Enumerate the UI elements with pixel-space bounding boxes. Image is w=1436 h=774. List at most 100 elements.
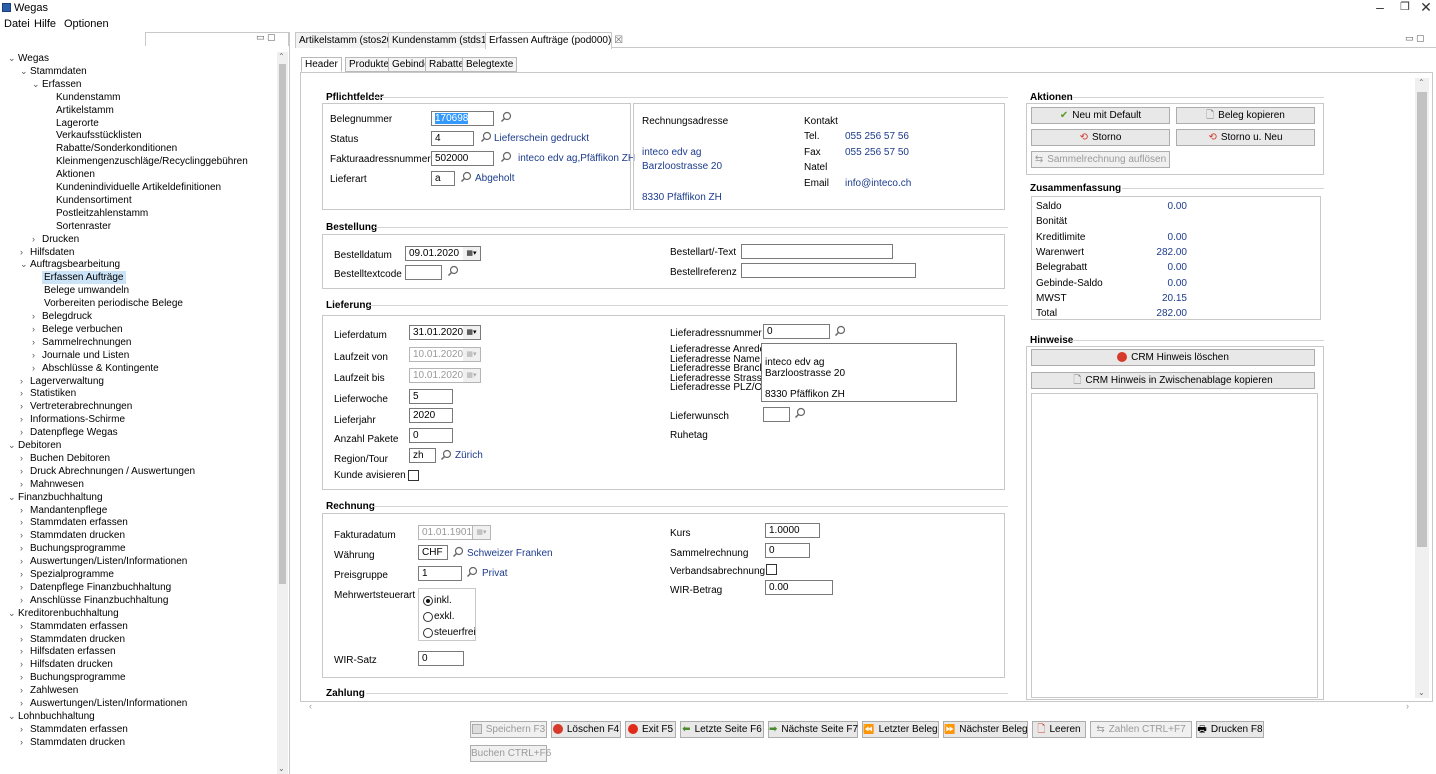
scroll-right-icon[interactable]: › xyxy=(1406,701,1409,711)
chevron-right-icon[interactable]: › xyxy=(20,555,30,568)
tree-item[interactable]: Kundenindividuelle Artikeldefinitionen xyxy=(56,181,221,194)
tree-item[interactable]: › Hilfsdaten drucken xyxy=(20,658,113,671)
chevron-down-icon[interactable]: ⌄ xyxy=(8,52,18,65)
leeren-button[interactable]: 🗋 Leeren xyxy=(1032,721,1086,738)
bestelldatum-input[interactable]: 09.01.2020 xyxy=(405,246,465,261)
faktura-input[interactable]: 502000 xyxy=(431,151,494,166)
tree-item[interactable]: › Buchungsprogramme xyxy=(20,542,126,555)
preisgruppe-input[interactable]: 1 xyxy=(418,566,462,581)
bestelltextcode-input[interactable] xyxy=(405,265,442,280)
lieferadresse-textarea[interactable]: inteco edv ag Barzloostrasse 20 8330 Pfä… xyxy=(761,343,957,402)
tree-item[interactable]: ⌄ Finanzbuchhaltung xyxy=(8,491,103,504)
menu-datei[interactable]: Datei xyxy=(4,18,30,30)
search-icon[interactable] xyxy=(794,407,806,419)
scroll-down-icon[interactable]: ⌄ xyxy=(1418,688,1425,697)
tree-scrollbar-thumb[interactable] xyxy=(279,64,286,584)
bestellreferenz-input[interactable] xyxy=(741,263,916,278)
beleg-kopieren-button[interactable]: 🗋 Beleg kopieren xyxy=(1176,107,1315,124)
search-icon[interactable] xyxy=(447,265,459,277)
scroll-up-icon[interactable]: ⌃ xyxy=(278,52,285,61)
verbandsabrechnung-checkbox[interactable] xyxy=(766,564,777,575)
tree-item[interactable]: › Spezialprogramme xyxy=(20,568,114,581)
tree-item[interactable]: › Belege verbuchen xyxy=(32,323,123,336)
tree-item[interactable]: › Mandantenpflege xyxy=(20,504,107,517)
chevron-right-icon[interactable]: › xyxy=(20,529,30,542)
chevron-right-icon[interactable]: › xyxy=(32,362,42,375)
subtab-belegtexte[interactable]: Belegtexte xyxy=(462,57,518,72)
chevron-right-icon[interactable]: › xyxy=(20,400,30,413)
tree-item[interactable]: Postleitzahlenstamm xyxy=(56,207,148,220)
chevron-right-icon[interactable]: › xyxy=(20,736,30,749)
scroll-left-icon[interactable]: ‹ xyxy=(309,701,312,711)
chevron-right-icon[interactable]: › xyxy=(20,671,30,684)
tree-item[interactable]: ⌄ Kreditorenbuchhaltung xyxy=(8,607,119,620)
tab-kundenstamm[interactable]: Kundenstamm (stds10) xyxy=(388,32,500,48)
region-input[interactable]: zh xyxy=(409,448,436,463)
letzter-beleg-button[interactable]: ⏪ Letzter Beleg xyxy=(862,721,939,738)
chevron-down-icon[interactable]: ⌄ xyxy=(20,65,30,78)
tree-item[interactable]: › Lagerverwaltung xyxy=(20,375,104,388)
tree-item[interactable]: ⌄ Debitoren xyxy=(8,439,61,452)
drucken-button[interactable]: 🖶 Drucken F8 xyxy=(1196,721,1264,738)
crm-hinweis-kopieren-button[interactable]: 🗋 CRM Hinweis in Zwischenablage kopieren xyxy=(1031,372,1315,389)
search-icon[interactable] xyxy=(440,449,452,461)
search-icon[interactable] xyxy=(500,111,512,123)
storno-button[interactable]: ⟲ Storno xyxy=(1031,129,1170,146)
chevron-right-icon[interactable]: › xyxy=(20,246,30,259)
tree-item[interactable]: › Belegdruck xyxy=(32,310,92,323)
chevron-right-icon[interactable]: › xyxy=(20,387,30,400)
tree-item[interactable]: › Journale und Listen xyxy=(32,349,129,362)
status-input[interactable]: 4 xyxy=(431,131,474,146)
tree-item[interactable]: Erfassen Aufträge xyxy=(42,271,126,285)
menu-hilfe[interactable]: Hilfe xyxy=(34,18,56,30)
tree-item[interactable]: ⌄ Erfassen xyxy=(32,78,81,91)
crm-hinweis-textarea[interactable] xyxy=(1031,393,1318,698)
tree-item[interactable]: › Vertreterabrechnungen xyxy=(20,400,132,413)
lieferwoche-input[interactable]: 5 xyxy=(409,389,453,404)
tree-item[interactable]: ⌄ Lohnbuchhaltung xyxy=(8,710,95,723)
calendar-dropdown[interactable]: ▦▾ xyxy=(463,347,481,362)
tree-item[interactable]: › Buchen Debitoren xyxy=(20,452,110,465)
tree-item[interactable]: › Hilfsdaten xyxy=(20,246,74,259)
kunde-avisieren-checkbox[interactable] xyxy=(408,470,419,481)
sammelrechnung-aufloesen-button[interactable]: ⇆ Sammelrechnung auflösen xyxy=(1031,151,1170,168)
minimize-button[interactable]: – xyxy=(1370,0,1390,14)
form-scrollbar-thumb[interactable] xyxy=(1417,92,1427,547)
laufzeit-bis-input[interactable]: 10.01.2020 xyxy=(409,368,464,383)
lieferadressnummer-input[interactable]: 0 xyxy=(763,324,830,339)
chevron-right-icon[interactable]: › xyxy=(20,413,30,426)
buchen-button[interactable]: Buchen CTRL+F6 xyxy=(470,745,551,762)
close-button[interactable]: ✕ xyxy=(1416,0,1436,14)
tree-item[interactable]: › Hilfsdaten erfassen xyxy=(20,645,116,658)
chevron-right-icon[interactable]: › xyxy=(20,426,30,439)
menu-optionen[interactable]: Optionen xyxy=(64,18,109,30)
search-icon[interactable] xyxy=(460,171,472,183)
tree-item[interactable]: › Stammdaten drucken xyxy=(20,633,125,646)
tree-item[interactable]: › Stammdaten erfassen xyxy=(20,620,128,633)
exit-button[interactable]: Exit F5 xyxy=(625,721,676,738)
sammelrechnung-input[interactable]: 0 xyxy=(765,543,810,558)
chevron-right-icon[interactable]: › xyxy=(20,684,30,697)
tree-item[interactable]: Aktionen xyxy=(56,168,95,181)
speichern-button[interactable]: Speichern F3 xyxy=(470,721,547,738)
horizontal-scrollbar[interactable] xyxy=(305,701,1430,713)
loeschen-button[interactable]: Löschen F4 xyxy=(551,721,621,738)
chevron-right-icon[interactable]: › xyxy=(32,233,42,246)
tree-item[interactable]: › Datenpflege Finanzbuchhaltung xyxy=(20,581,171,594)
tree-item[interactable]: › Auswertungen/Listen/Informationen xyxy=(20,697,187,710)
chevron-down-icon[interactable]: ⌄ xyxy=(8,491,18,504)
lieferart-input[interactable]: a xyxy=(431,171,455,186)
tree-item[interactable]: › Mahnwesen xyxy=(20,478,84,491)
storno-neu-button[interactable]: ⟲ Storno u. Neu xyxy=(1176,129,1315,146)
chevron-right-icon[interactable]: › xyxy=(20,658,30,671)
tree-item[interactable]: Lagerorte xyxy=(56,117,99,130)
minimize-view-icon[interactable]: ▭ ▢ xyxy=(256,32,276,43)
tree-item[interactable]: › Druck Abrechnungen / Auswertungen xyxy=(20,465,195,478)
chevron-right-icon[interactable]: › xyxy=(32,336,42,349)
search-icon[interactable] xyxy=(500,151,512,163)
chevron-right-icon[interactable]: › xyxy=(20,594,30,607)
calendar-dropdown[interactable]: ▦▾ xyxy=(463,368,481,383)
search-icon[interactable] xyxy=(480,131,492,143)
maximize-view-icon[interactable]: ▭ ▢ xyxy=(1405,33,1425,44)
chevron-right-icon[interactable]: › xyxy=(20,542,30,555)
